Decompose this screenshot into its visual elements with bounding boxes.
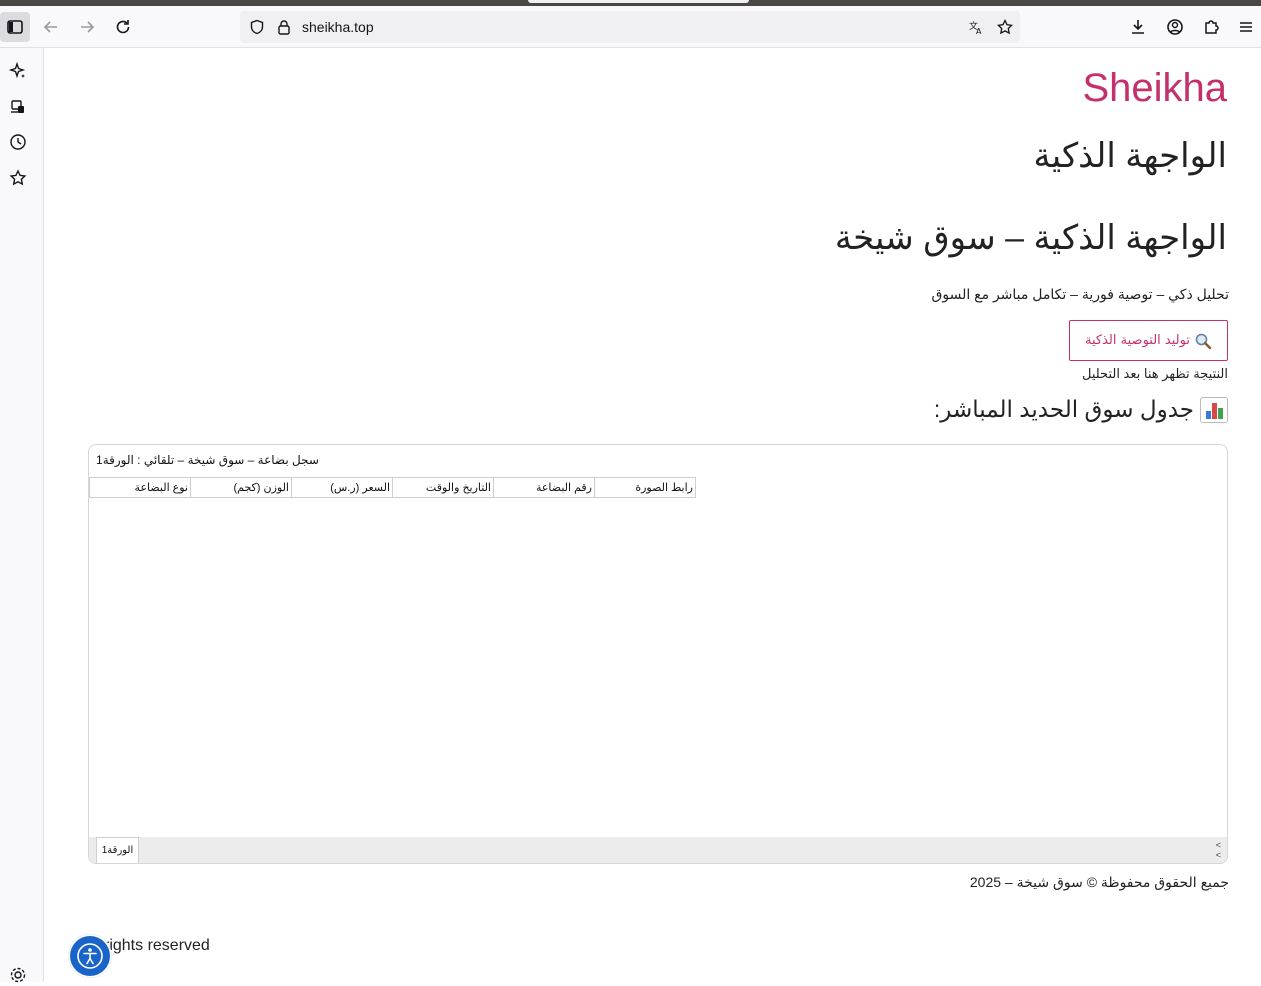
sidebar-icon <box>7 20 23 34</box>
header-cell[interactable]: رابط الصورة <box>594 477 696 498</box>
extensions-button[interactable] <box>1196 12 1226 42</box>
bar-chart-icon <box>1200 396 1228 423</box>
header-cell[interactable]: التاريخ والوقت <box>392 477 494 498</box>
star-icon <box>9 169 27 186</box>
account-button[interactable] <box>1160 12 1190 42</box>
header-cell[interactable]: الوزن (كجم) <box>190 477 292 498</box>
accessibility-button[interactable] <box>68 934 112 978</box>
header-cell[interactable]: رقم البضاعة <box>493 477 595 498</box>
sheet-nav-arrows[interactable]: < < <box>1216 840 1221 860</box>
result-placeholder: النتيجة تظهر هنا بعد التحليل <box>1081 366 1228 381</box>
download-icon <box>1132 20 1144 34</box>
sheet-tab-bar: الورقة1 < < <box>89 837 1227 863</box>
sheet-tab[interactable]: الورقة1 <box>96 837 139 863</box>
generate-button-label: توليد التوصية الذكية <box>1085 333 1190 348</box>
header-cell[interactable]: نوع البضاعة <box>89 477 191 498</box>
gear-icon <box>10 967 26 983</box>
arrow-right-icon <box>81 21 95 33</box>
devices-icon <box>11 100 24 113</box>
magnifier-icon <box>1194 332 1212 350</box>
lock-icon[interactable] <box>275 18 293 36</box>
embedded-spreadsheet[interactable]: سجل بضاعة – سوق شيخة – تلقائي : الورقة1 … <box>88 444 1228 864</box>
web-page: Sheikha الواجهة الذكية الواجهة الذكية – … <box>44 48 1261 982</box>
header-cell[interactable]: السعر (ر.س) <box>291 477 393 498</box>
footer-rights-english: rights reserved <box>104 937 210 954</box>
translate-icon[interactable]: 文A <box>967 18 985 36</box>
header-row: نوع البضاعة الوزن (كجم) السعر (ر.س) التا… <box>89 477 696 498</box>
sheet-title: سجل بضاعة – سوق شيخة – تلقائي : الورقة1 <box>96 453 319 467</box>
browser-toolbar: sheikha.top 文A <box>0 6 1261 48</box>
site-brand[interactable]: Sheikha <box>1082 66 1227 111</box>
sheet-grid[interactable]: نوع البضاعة الوزن (كجم) السعر (ر.س) التا… <box>89 477 696 498</box>
account-icon <box>1167 19 1183 35</box>
back-button[interactable] <box>36 12 66 42</box>
bookmarks-button[interactable] <box>7 167 29 189</box>
puzzle-icon <box>1205 20 1219 34</box>
accessibility-icon <box>77 943 103 969</box>
sidebar-toggle-button[interactable] <box>0 12 30 42</box>
page-heading: الواجهة الذكية <box>1033 137 1227 175</box>
sparkle-icon <box>9 62 26 79</box>
forward-button[interactable] <box>72 12 102 42</box>
footer-rights-arabic: جميع الحقوق محفوظة © سوق شيخة – 2025 <box>969 874 1229 890</box>
ai-chat-button[interactable] <box>7 60 29 82</box>
tagline: تحليل ذكي – توصية فورية – تكامل مباشر مع… <box>931 286 1229 302</box>
arrow-left-icon <box>43 21 57 33</box>
reload-icon <box>116 20 130 34</box>
history-button[interactable] <box>7 131 29 153</box>
bookmark-star-icon[interactable] <box>996 18 1014 36</box>
table-section-title: جدول سوق الحديد المباشر: <box>934 396 1228 423</box>
sheet-nav-next[interactable]: < <box>1216 850 1221 860</box>
table-title-text: جدول سوق الحديد المباشر: <box>933 396 1194 422</box>
clock-icon <box>10 134 26 150</box>
hamburger-icon <box>1240 22 1252 32</box>
browser-sidebar <box>0 48 44 983</box>
sidebar-settings-button[interactable] <box>7 964 29 986</box>
menu-button[interactable] <box>1231 12 1261 42</box>
generate-recommendation-button[interactable]: توليد التوصية الذكية <box>1069 320 1228 361</box>
reload-button[interactable] <box>108 12 138 42</box>
downloads-button[interactable] <box>1123 12 1153 42</box>
url-text[interactable]: sheikha.top <box>302 19 374 35</box>
active-tab-indicator[interactable] <box>528 0 749 3</box>
address-bar[interactable]: sheikha.top 文A <box>240 11 1020 43</box>
synced-tabs-button[interactable] <box>7 96 29 118</box>
page-subheading: الواجهة الذكية – سوق شيخة <box>834 219 1227 257</box>
shield-icon[interactable] <box>248 18 266 36</box>
sheet-nav-prev[interactable]: < <box>1216 840 1221 850</box>
svg-text:A: A <box>976 27 982 35</box>
